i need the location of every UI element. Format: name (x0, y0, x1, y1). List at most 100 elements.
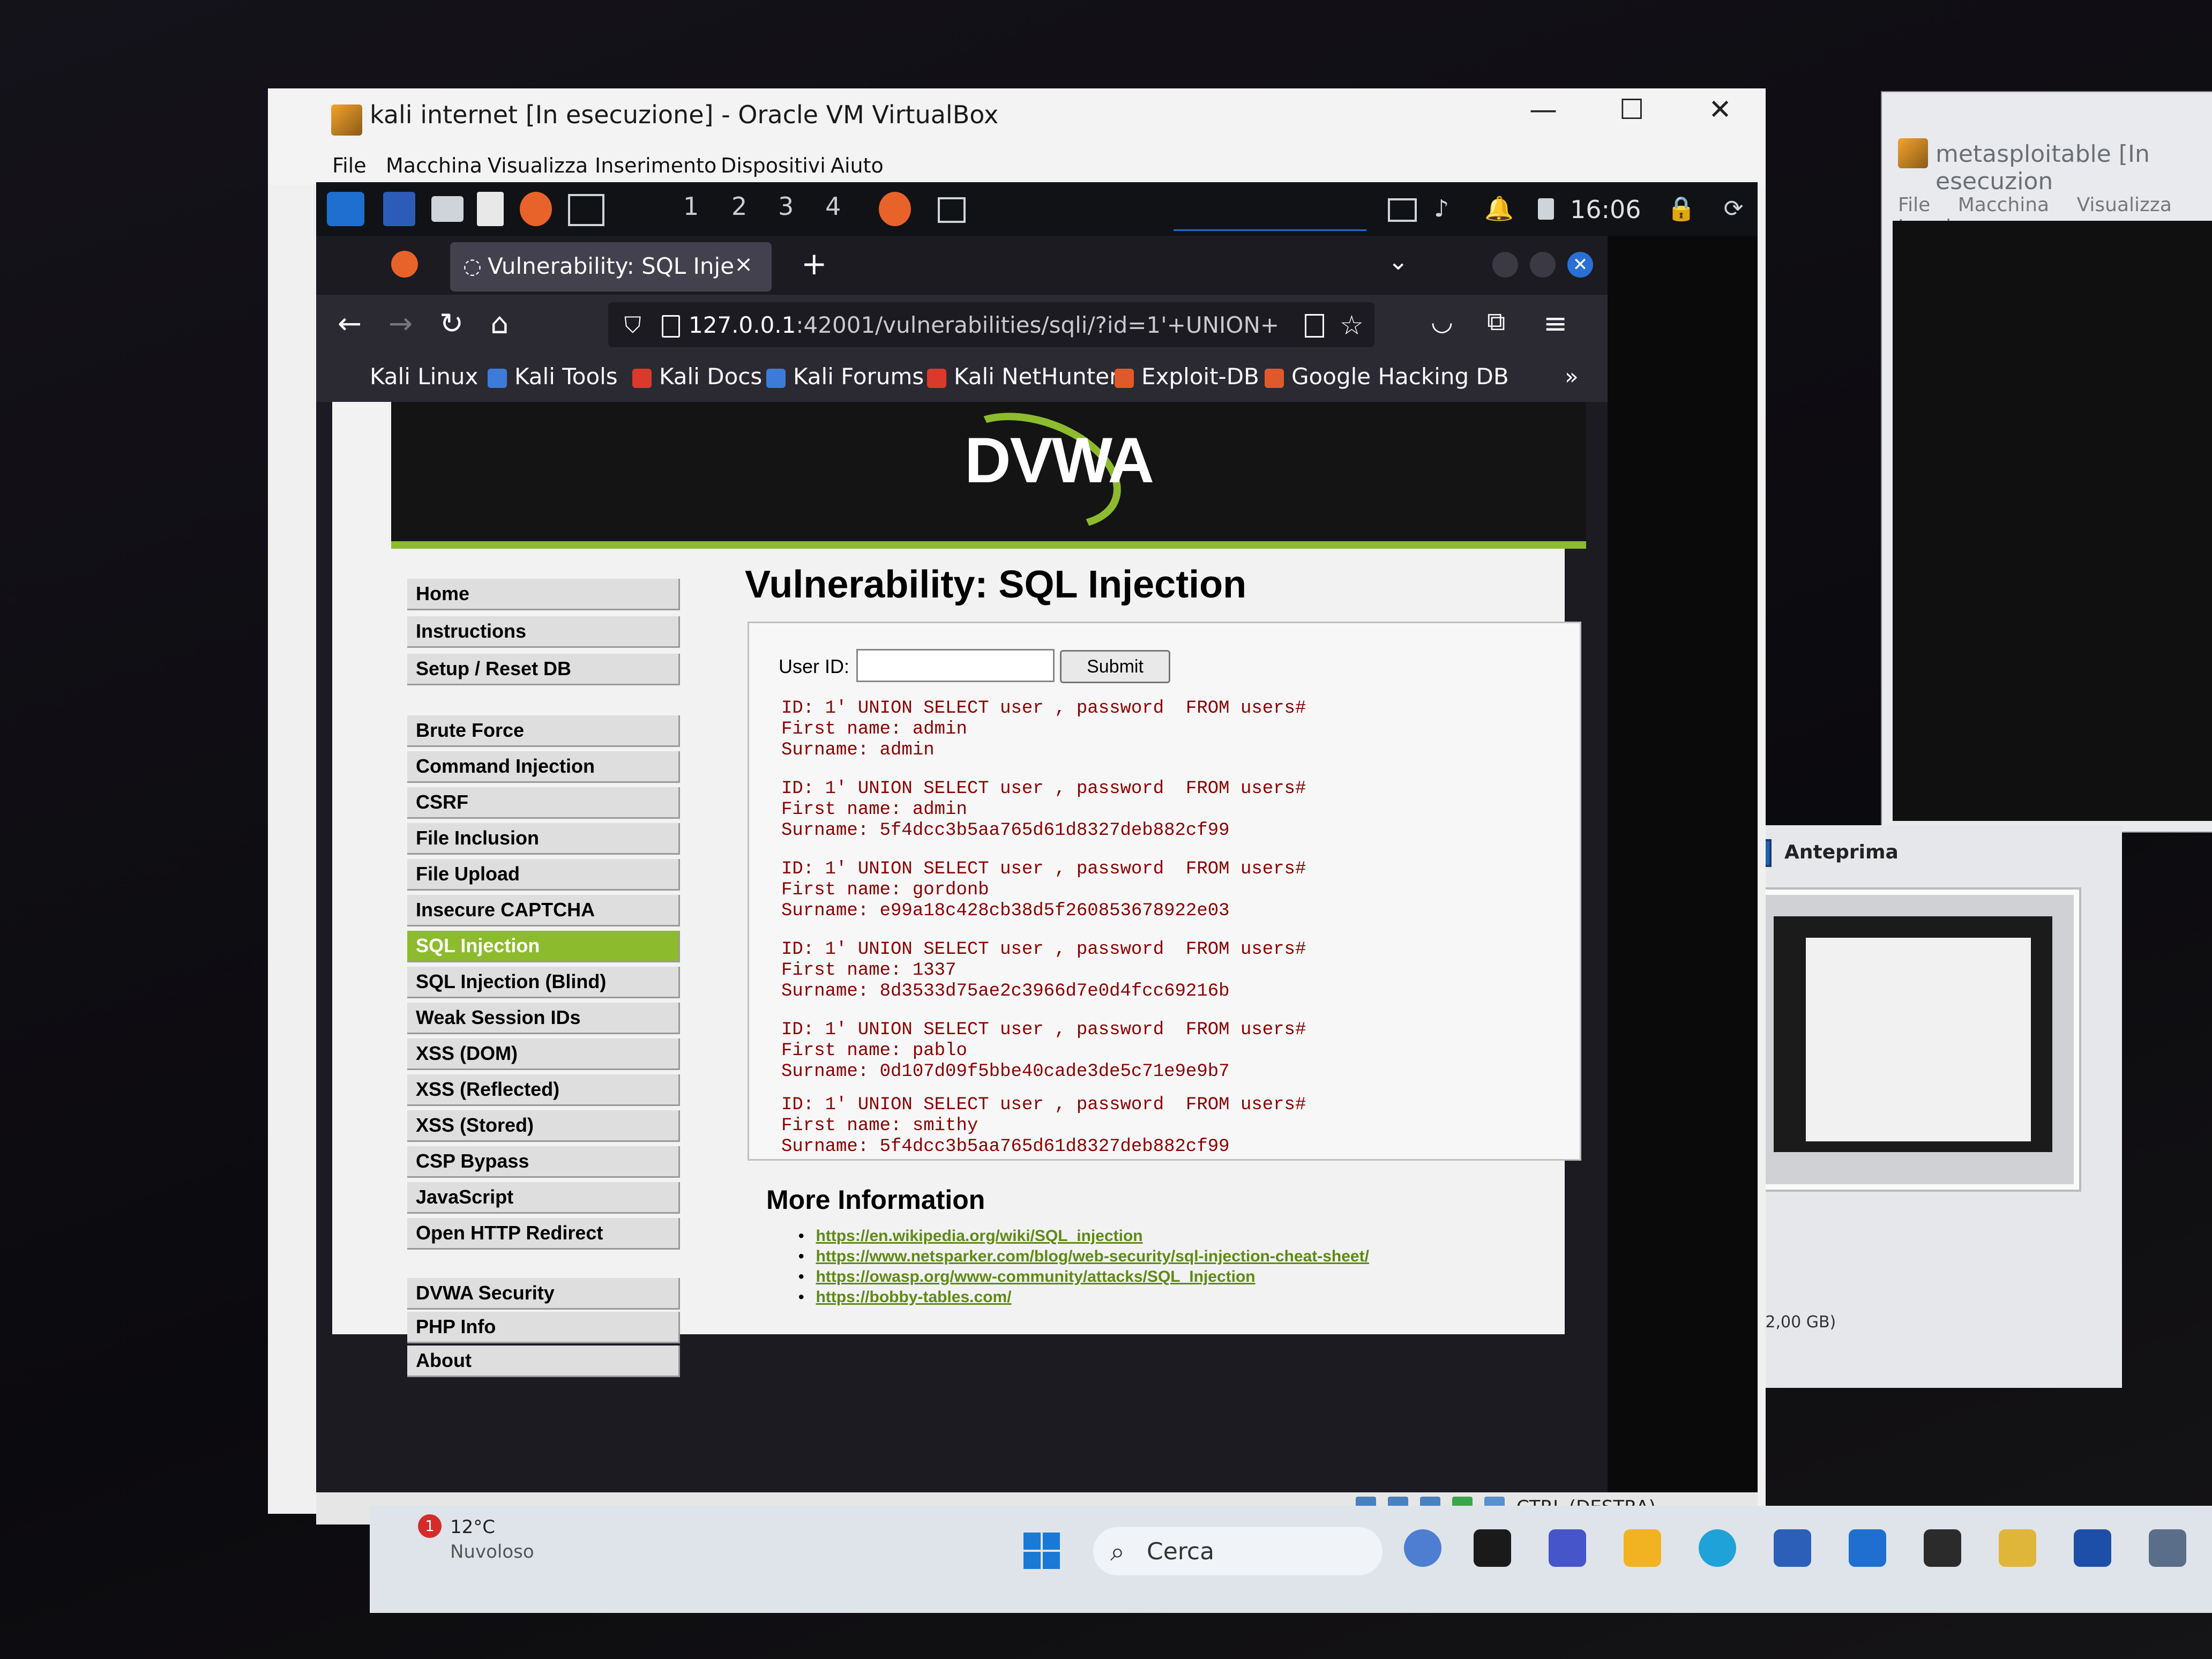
menu-home[interactable]: Home (407, 579, 680, 610)
menu-about[interactable]: About (407, 1346, 680, 1377)
bookmark-kali-linux[interactable]: Kali Linux (343, 363, 478, 390)
menu-sql-injection-blind[interactable]: SQL Injection (Blind) (407, 967, 680, 998)
workspace-4[interactable]: 4 (825, 192, 841, 221)
minimize-button[interactable]: — (1511, 94, 1575, 147)
menu-open-http-redirect[interactable]: Open HTTP Redirect (407, 1218, 680, 1250)
teams-icon[interactable] (1549, 1529, 1586, 1567)
metasploitable-window[interactable]: metasploitable [In esecuzion File Macchi… (1881, 91, 2212, 833)
app-icon[interactable] (2074, 1529, 2111, 1567)
menu-button[interactable]: ≡ (1543, 307, 1567, 340)
menu-csp-bypass[interactable]: CSP Bypass (407, 1146, 680, 1178)
bookmark-star-icon[interactable]: ☆ (1340, 310, 1364, 341)
menu-xss-dom[interactable]: XSS (DOM) (407, 1038, 680, 1070)
back-button[interactable]: ← (338, 307, 362, 340)
home-button[interactable]: ⌂ (490, 307, 509, 340)
store-icon[interactable] (1774, 1529, 1811, 1567)
bookmark-google-hacking-db[interactable]: Google Hacking DB (1265, 363, 1509, 390)
vm-screen[interactable] (1893, 221, 2212, 821)
shield-icon[interactable]: ⛉ (624, 312, 641, 339)
menu-xss-stored[interactable]: XSS (Stored) (407, 1110, 680, 1142)
close-tab-icon[interactable]: × (734, 251, 753, 277)
menu-dispositivi[interactable]: Dispositivi (721, 154, 826, 177)
clock[interactable]: 16:06 (1570, 195, 1641, 224)
url-bar[interactable]: ⛉ 127.0.0.1:42001/vulnerabilities/sqli/?… (608, 302, 1374, 347)
close-button[interactable]: ✕ (1688, 94, 1752, 147)
terminal-icon[interactable] (568, 194, 604, 226)
menu-visualizza[interactable]: Visualizza (488, 154, 588, 177)
virtualbox-icon[interactable] (2149, 1529, 2186, 1567)
url-text[interactable]: 127.0.0.1:42001/vulnerabilities/sqli/?id… (689, 312, 1278, 338)
new-tab-button[interactable]: + (801, 245, 827, 282)
menu-weak-session-ids[interactable]: Weak Session IDs (407, 1003, 680, 1034)
page-info-icon[interactable] (662, 315, 680, 338)
volume-icon[interactable]: ♪ (1428, 192, 1455, 226)
firefox-view-icon[interactable] (391, 251, 418, 278)
edge-icon[interactable] (1699, 1529, 1736, 1567)
maximize-button[interactable]: ☐ (1600, 94, 1664, 147)
menu-macchina[interactable]: Macchina (1958, 194, 2049, 216)
close-window-icon[interactable]: ✕ (1567, 252, 1593, 278)
bing-icon[interactable] (1404, 1529, 1441, 1567)
weather-description[interactable]: Nuvoloso (450, 1541, 534, 1563)
submit-button[interactable]: Submit (1060, 650, 1170, 683)
workspace-1[interactable]: 1 (683, 192, 699, 221)
reader-view-icon[interactable] (1305, 314, 1324, 338)
desktop-icon[interactable] (383, 192, 415, 226)
menu-file-inclusion[interactable]: File Inclusion (407, 823, 680, 855)
bookmarks-overflow-button[interactable]: » (1565, 363, 1579, 390)
app-icon[interactable] (1924, 1529, 1961, 1567)
display-icon[interactable] (1388, 198, 1417, 222)
windows-start-icon[interactable] (1023, 1533, 1061, 1570)
workspace-3[interactable]: 3 (778, 192, 794, 221)
menu-sql-injection[interactable]: SQL Injection (407, 931, 680, 962)
menu-aiuto[interactable]: Aiuto (831, 154, 884, 177)
bookmark-exploit-db[interactable]: Exploit-DB (1115, 363, 1259, 390)
menu-insecure-captcha[interactable]: Insecure CAPTCHA (407, 895, 680, 926)
virtualbox-window[interactable]: kali internet [In esecuzione] - Oracle V… (268, 88, 1766, 1525)
folder-icon[interactable] (431, 196, 464, 222)
forward-button[interactable]: → (388, 307, 413, 340)
bookmark-kali-nethunter[interactable]: Kali NetHunter (927, 363, 1118, 390)
link-netsparker[interactable]: https://www.netsparker.com/blog/web-secu… (798, 1247, 1369, 1266)
kali-menu-icon[interactable] (327, 192, 364, 226)
task-view-icon[interactable] (1474, 1529, 1511, 1567)
firefox-icon[interactable] (520, 192, 552, 226)
lock-icon[interactable]: 🔒 (1667, 192, 1696, 226)
menu-file-upload[interactable]: File Upload (407, 859, 680, 891)
menu-brute-force[interactable]: Brute Force (407, 715, 680, 747)
reload-button[interactable]: ↻ (439, 307, 464, 340)
menu-macchina[interactable]: Macchina (386, 154, 482, 177)
menu-inserimento[interactable]: Inserimento (595, 154, 716, 177)
bell-icon[interactable]: 🔔 (1484, 192, 1514, 226)
file-explorer-icon[interactable] (1624, 1529, 1661, 1567)
menu-command-injection[interactable]: Command Injection (407, 751, 680, 783)
firefox-window-icon[interactable] (879, 192, 911, 226)
menu-instructions[interactable]: Instructions (407, 616, 680, 648)
minimize-icon[interactable] (1492, 252, 1518, 278)
maximize-icon[interactable] (1530, 252, 1556, 278)
logout-icon[interactable]: ⟳ (1720, 192, 1747, 226)
title-bar[interactable]: kali internet [In esecuzione] - Oracle V… (268, 88, 1766, 153)
menu-file[interactable]: File (332, 154, 367, 177)
bookmark-kali-docs[interactable]: Kali Docs (632, 363, 762, 390)
tab-sql-injection[interactable]: ◌ Vulnerability: SQL Injectio × (450, 242, 772, 292)
text-editor-icon[interactable] (477, 192, 504, 226)
menu-javascript[interactable]: JavaScript (407, 1182, 680, 1214)
bookmark-kali-forums[interactable]: Kali Forums (766, 363, 924, 390)
menu-xss-reflected[interactable]: XSS (Reflected) (407, 1074, 680, 1106)
taskbar-search[interactable]: ⌕ Cerca (1093, 1527, 1382, 1575)
vm-guest-screen[interactable]: 1 2 3 4 ♪ 🔔 16:06 🔒 ⟳ ◌ Vulnerability: S… (316, 182, 1758, 1500)
link-bobby-tables[interactable]: https://bobby-tables.com/ (798, 1288, 1012, 1306)
list-tabs-button[interactable]: ⌄ (1388, 246, 1409, 275)
terminal-window-icon[interactable] (938, 197, 966, 223)
pocket-icon[interactable]: ◡ (1431, 307, 1453, 337)
battery-icon[interactable] (1538, 198, 1554, 220)
extensions-icon[interactable]: ⧉ (1487, 307, 1505, 337)
menu-dvwa-security[interactable]: DVWA Security (407, 1278, 680, 1310)
workspace-2[interactable]: 2 (731, 192, 747, 221)
menu-setup-reset-db[interactable]: Setup / Reset DB (407, 654, 680, 685)
user-id-input[interactable] (856, 649, 1055, 682)
app-icon[interactable] (1999, 1529, 2036, 1567)
firefox-window[interactable]: ◌ Vulnerability: SQL Injectio × + ⌄ ✕ ← … (316, 236, 1608, 1500)
menu-file[interactable]: File (1898, 194, 1930, 216)
